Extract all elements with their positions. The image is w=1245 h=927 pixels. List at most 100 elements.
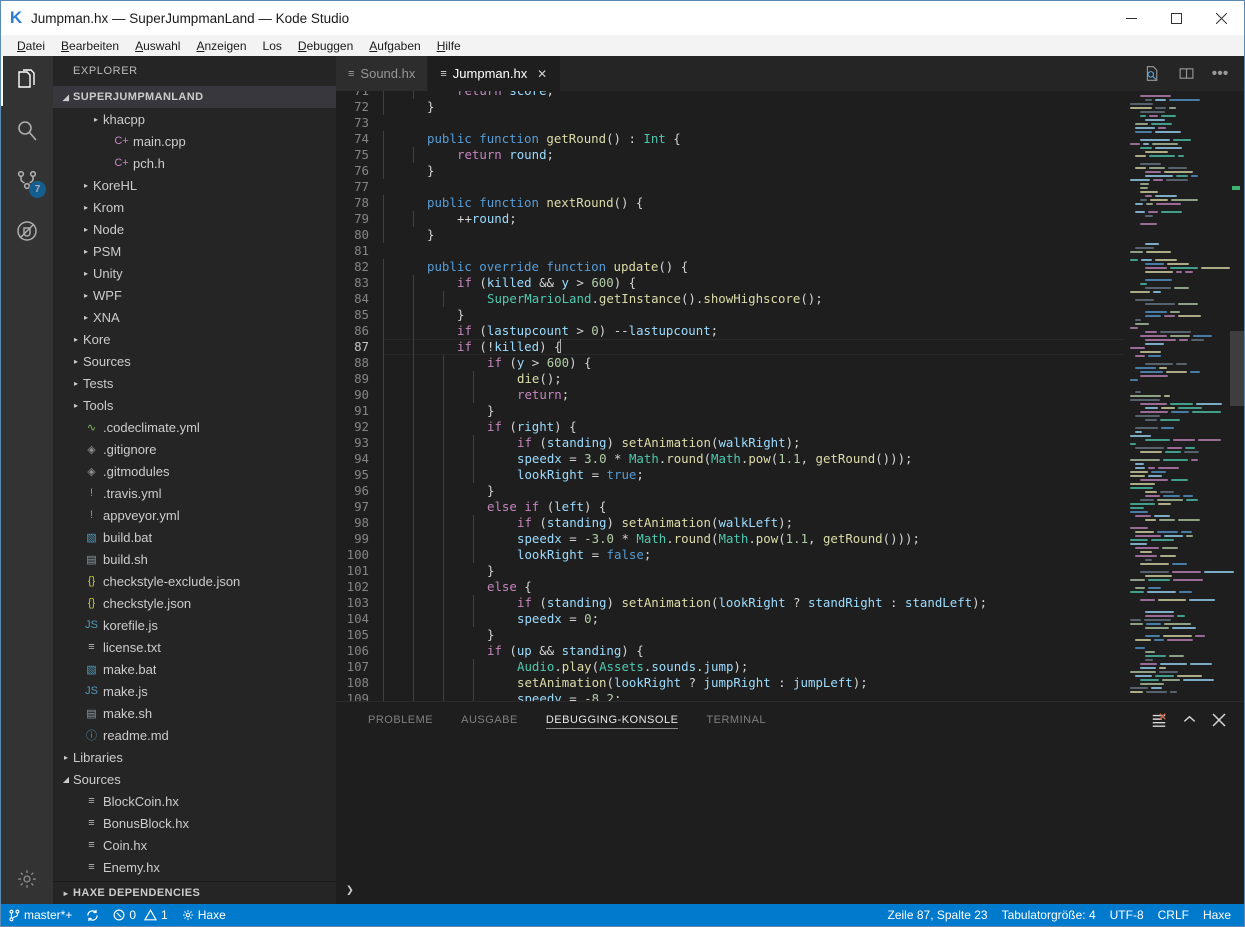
tree-file-item[interactable]: ▸◈.gitignore <box>53 438 336 460</box>
code-line[interactable]: 101} <box>336 563 1124 579</box>
status-cursor-position[interactable]: Zeile 87, Spalte 23 <box>881 904 995 926</box>
status-sync[interactable] <box>79 904 106 926</box>
code-line[interactable]: 91} <box>336 403 1124 419</box>
tree-folder-item[interactable]: ▸Node <box>53 218 336 240</box>
code-line[interactable]: 79++round; <box>336 211 1124 227</box>
code-line[interactable]: 77 <box>336 179 1124 195</box>
tree-file-item[interactable]: ▸≡BlockCoin.hx <box>53 790 336 812</box>
tree-file-item[interactable]: ▸{}checkstyle-exclude.json <box>53 570 336 592</box>
tree-file-item[interactable]: ▸▤make.sh <box>53 702 336 724</box>
scrollbar-thumb[interactable] <box>1230 331 1244 406</box>
code-line[interactable]: 109speedy = -8.2; <box>336 691 1124 701</box>
tree-file-item[interactable]: ▸JSmake.js <box>53 680 336 702</box>
explorer-section-header[interactable]: ◢ SUPERJUMPMANLAND <box>53 86 336 108</box>
code-line[interactable]: 80} <box>336 227 1124 243</box>
panel-tab[interactable]: PROBLEME <box>354 702 447 737</box>
tree-file-item[interactable]: ▸{}checkstyle.json <box>53 592 336 614</box>
tree-file-item[interactable]: ▸≡BonusBlock.hx <box>53 812 336 834</box>
tree-file-item[interactable]: ▸JSkorefile.js <box>53 614 336 636</box>
code-content[interactable]: 71return score;72}7374public function ge… <box>336 91 1124 701</box>
tree-folder-item[interactable]: ▸KoreHL <box>53 174 336 196</box>
tree-file-item[interactable]: ▸◈.gitmodules <box>53 460 336 482</box>
tree-file-item[interactable]: ▸≡license.txt <box>53 636 336 658</box>
minimap[interactable] <box>1124 91 1244 701</box>
activity-explorer[interactable] <box>1 56 53 106</box>
tree-file-item[interactable]: ▸▧build.bat <box>53 526 336 548</box>
code-line[interactable]: 81 <box>336 243 1124 259</box>
code-line[interactable]: 74public function getRound() : Int { <box>336 131 1124 147</box>
tree-folder-item[interactable]: ▸Kore <box>53 328 336 350</box>
status-haxe-build[interactable]: Haxe <box>175 904 233 926</box>
status-encoding[interactable]: UTF-8 <box>1103 904 1151 926</box>
haxe-dependencies-header[interactable]: ▸ HAXE DEPENDENCIES <box>53 881 336 904</box>
status-indentation[interactable]: Tabulatorgröße: 4 <box>995 904 1103 926</box>
tree-file-item[interactable]: ▸!appveyor.yml <box>53 504 336 526</box>
menu-item-los[interactable]: Los <box>255 37 290 55</box>
activity-source-control[interactable]: 7 <box>1 156 53 206</box>
editor-tab[interactable]: ≡Sound.hx <box>336 56 428 91</box>
menu-item-auswahl[interactable]: Auswahl <box>127 37 188 55</box>
open-changes-icon[interactable] <box>1138 56 1166 91</box>
close-tab-icon[interactable]: ✕ <box>536 67 548 81</box>
tree-file-item[interactable]: ▸≡Coin.hx <box>53 834 336 856</box>
tree-file-item[interactable]: ▸▧make.bat <box>53 658 336 680</box>
activity-manage[interactable] <box>1 854 53 904</box>
code-line[interactable]: 78public function nextRound() { <box>336 195 1124 211</box>
code-line[interactable]: 95lookRight = true; <box>336 467 1124 483</box>
status-problems[interactable]: 0 1 <box>106 904 174 926</box>
code-line[interactable]: 83if (killed && y > 600) { <box>336 275 1124 291</box>
editor-scrollbar[interactable] <box>1230 91 1244 701</box>
code-line[interactable]: 89die(); <box>336 371 1124 387</box>
tree-file-item[interactable]: ▸ⓘreadme.md <box>53 724 336 746</box>
code-line[interactable]: 72} <box>336 99 1124 115</box>
code-line[interactable]: 86if (lastupcount > 0) --lastupcount; <box>336 323 1124 339</box>
code-line[interactable]: 71return score; <box>336 91 1124 99</box>
debug-console-output[interactable]: ❯ <box>336 737 1244 904</box>
code-line[interactable]: 98if (standing) setAnimation(walkLeft); <box>336 515 1124 531</box>
status-language-mode[interactable]: Haxe <box>1196 904 1238 926</box>
minimize-button[interactable] <box>1109 1 1154 35</box>
tree-file-item[interactable]: ▸▤build.sh <box>53 548 336 570</box>
panel-tab[interactable]: TERMINAL <box>692 702 780 737</box>
menu-item-bearbeiten[interactable]: Bearbeiten <box>53 37 127 55</box>
code-line[interactable]: 73 <box>336 115 1124 131</box>
code-line[interactable]: 76} <box>336 163 1124 179</box>
code-line[interactable]: 84SuperMarioLand.getInstance().showHighs… <box>336 291 1124 307</box>
status-eol[interactable]: CRLF <box>1151 904 1196 926</box>
clear-console-icon[interactable] <box>1144 702 1174 737</box>
code-line[interactable]: 88if (y > 600) { <box>336 355 1124 371</box>
code-line[interactable]: 103if (standing) setAnimation(lookRight … <box>336 595 1124 611</box>
code-line[interactable]: 94speedx = 3.0 * Math.round(Math.pow(1.1… <box>336 451 1124 467</box>
tree-folder-item[interactable]: ▸Krom <box>53 196 336 218</box>
tree-folder-item[interactable]: ▸khacpp <box>53 108 336 130</box>
menu-item-datei[interactable]: Datei <box>9 37 53 55</box>
menu-item-debuggen[interactable]: Debuggen <box>290 37 361 55</box>
code-line[interactable]: 97else if (left) { <box>336 499 1124 515</box>
close-panel-icon[interactable] <box>1204 702 1234 737</box>
code-line[interactable]: 82public override function update() { <box>336 259 1124 275</box>
code-editor[interactable]: 71return score;72}7374public function ge… <box>336 91 1244 701</box>
code-line[interactable]: 85} <box>336 307 1124 323</box>
status-branch[interactable]: master*+ <box>1 904 79 926</box>
more-actions-icon[interactable]: ••• <box>1206 56 1234 91</box>
tree-file-item[interactable]: ▸∿.codeclimate.yml <box>53 416 336 438</box>
maximize-button[interactable] <box>1154 1 1199 35</box>
activity-debug[interactable] <box>1 206 53 256</box>
panel-tab[interactable]: AUSGABE <box>447 702 532 737</box>
tree-file-item[interactable]: ▸!.travis.yml <box>53 482 336 504</box>
tree-file-item[interactable]: ▸≡Enemy.hx <box>53 856 336 878</box>
tree-folder-item[interactable]: ▸WPF <box>53 284 336 306</box>
panel-tab[interactable]: DEBUGGING-KONSOLE <box>532 702 693 737</box>
editor-tab[interactable]: ≡Jumpman.hx✕ <box>428 56 561 91</box>
menu-item-anzeigen[interactable]: Anzeigen <box>188 37 254 55</box>
maximize-panel-icon[interactable] <box>1174 702 1204 737</box>
split-editor-icon[interactable] <box>1172 56 1200 91</box>
tree-file-item[interactable]: ▸C+main.cpp <box>53 130 336 152</box>
activity-search[interactable] <box>1 106 53 156</box>
code-line[interactable]: 87if (!killed) { <box>336 339 1124 355</box>
code-line[interactable]: 107Audio.play(Assets.sounds.jump); <box>336 659 1124 675</box>
code-scroll-area[interactable]: 71return score;72}7374public function ge… <box>336 91 1124 701</box>
code-line[interactable]: 93if (standing) setAnimation(walkRight); <box>336 435 1124 451</box>
tree-folder-item[interactable]: ▸Sources <box>53 350 336 372</box>
code-line[interactable]: 75return round; <box>336 147 1124 163</box>
